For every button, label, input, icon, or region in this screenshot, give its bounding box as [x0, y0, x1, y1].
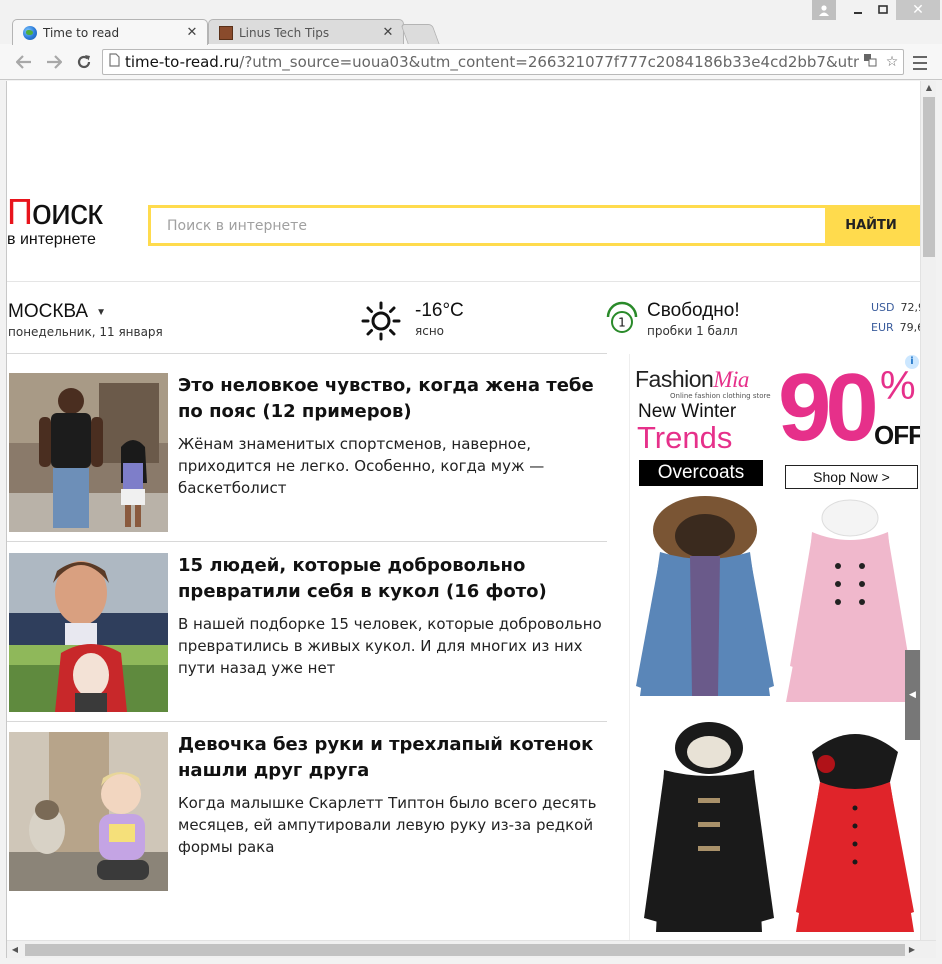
currency-value: 72,9: [900, 301, 920, 314]
currency-code: USD: [871, 301, 895, 314]
article-title[interactable]: Девочка без руки и трехлапый котенок наш…: [178, 732, 608, 784]
coat-image-red[interactable]: [790, 722, 920, 938]
article-image[interactable]: [9, 373, 168, 532]
search-form: НАЙТИ: [148, 205, 920, 246]
search-button[interactable]: НАЙТИ: [825, 208, 917, 243]
currency-code: EUR: [871, 321, 894, 334]
ad-tagline: Online fashion clothing store: [670, 392, 771, 400]
browser-titlebar: Time to read ✕ Linus Tech Tips ✕ ✕: [0, 0, 942, 45]
window-close-icon[interactable]: ✕: [896, 0, 940, 20]
ad-upto-label: UP TO: [844, 396, 857, 415]
ad-off-label: OFF: [874, 420, 920, 450]
arrow-right-icon[interactable]: [42, 50, 66, 74]
traffic-score: пробки 1 балл: [647, 324, 738, 338]
hamburger-menu-icon[interactable]: [910, 54, 930, 72]
tab-time-to-read[interactable]: Time to read ✕: [12, 19, 208, 45]
ad-category-label: Overcoats: [639, 460, 763, 486]
window-frame-bottom: [0, 958, 942, 964]
scrollbar-thumb[interactable]: [25, 944, 905, 956]
article-title[interactable]: 15 людей, которые добровольно превратили…: [178, 553, 608, 605]
fashion-ad-banner[interactable]: i FashionMia Online fashion clothing sto…: [629, 354, 920, 940]
caret-down-icon: ▼: [96, 306, 107, 318]
scroll-up-icon[interactable]: ▲: [921, 81, 937, 95]
vertical-scrollbar[interactable]: ▲: [920, 81, 936, 940]
coat-image-denim[interactable]: [630, 496, 780, 722]
currency-value: 79,6: [899, 321, 920, 334]
search-input[interactable]: [151, 208, 825, 243]
page-content: Поиск в интернете НАЙТИ МОСКВА ▼ понедел…: [7, 81, 920, 940]
url-text: time-to-read.ru/?utm_source=uoua03&utm_c…: [125, 53, 859, 71]
tab-title: Time to read: [43, 25, 120, 40]
divider: [7, 281, 920, 282]
ad-collapse-icon[interactable]: ◀: [905, 650, 920, 740]
scroll-right-icon[interactable]: ▶: [904, 941, 920, 959]
scrollbar-thumb[interactable]: [923, 97, 935, 257]
article-image[interactable]: [9, 553, 168, 712]
ad-percent-sign: %: [880, 364, 916, 408]
ad-brand: FashionMia: [635, 366, 749, 392]
ltt-favicon-icon: [219, 25, 233, 40]
weather-condition: ясно: [415, 324, 445, 338]
ad-headline-accent: Trends: [637, 420, 733, 455]
traffic-level: 1: [618, 316, 626, 330]
city-name: МОСКВА: [8, 301, 89, 322]
browser-toolbar: time-to-read.ru/?utm_source=uoua03&utm_c…: [0, 44, 942, 80]
url-host: time-to-read.ru: [125, 53, 240, 71]
traffic-light-icon: 1: [606, 301, 638, 333]
article-description: Когда малышке Скарлетт Типтон было всего…: [178, 794, 597, 856]
article-description: Жёнам знаменитых спортсменов, наверное, …: [178, 435, 545, 497]
maximize-icon[interactable]: [870, 0, 896, 20]
current-date: понедельник, 11 января: [8, 325, 163, 339]
traffic-status: Свободно!: [647, 300, 740, 321]
tab-title: Linus Tech Tips: [239, 25, 330, 40]
logo-title: Поиск: [7, 191, 103, 232]
translate-icon[interactable]: [859, 53, 881, 71]
close-icon[interactable]: ✕: [185, 25, 199, 40]
coat-image-pink[interactable]: [782, 496, 920, 722]
user-profile-icon[interactable]: [812, 0, 836, 20]
arrow-left-icon[interactable]: [12, 50, 36, 74]
coat-image-black[interactable]: [636, 722, 782, 938]
window-frame-left: [0, 81, 7, 964]
divider: [7, 353, 607, 354]
new-tab-button[interactable]: [400, 24, 440, 44]
globe-favicon-icon: [23, 25, 37, 40]
url-path: /?utm_source=uoua03&utm_content=26632107…: [239, 53, 859, 71]
currency-usd: USD 72,9: [871, 301, 920, 314]
temperature: -16°С: [415, 300, 464, 321]
currency-eur: EUR 79,6: [871, 321, 920, 334]
divider: [7, 721, 607, 722]
minimize-icon[interactable]: [846, 0, 870, 20]
address-bar[interactable]: time-to-read.ru/?utm_source=uoua03&utm_c…: [102, 49, 904, 75]
article-image[interactable]: [9, 732, 168, 891]
site-logo[interactable]: Поиск в интернете: [7, 193, 137, 249]
logo-subtitle: в интернете: [7, 231, 96, 248]
reload-icon[interactable]: [72, 50, 96, 74]
star-icon[interactable]: ☆: [881, 54, 903, 70]
shop-now-button[interactable]: Shop Now >: [785, 465, 918, 489]
article-title[interactable]: Это неловкое чувство, когда жена тебе по…: [178, 373, 608, 425]
close-icon[interactable]: ✕: [381, 25, 395, 40]
divider: [7, 541, 607, 542]
ad-discount-value: 90: [778, 354, 879, 461]
sun-icon: [361, 301, 401, 341]
tab-linus-tech-tips[interactable]: Linus Tech Tips ✕: [208, 19, 404, 45]
article-description: В нашей подборке 15 человек, которые доб…: [178, 615, 602, 677]
page-icon: [103, 53, 125, 71]
city-selector[interactable]: МОСКВА ▼: [8, 301, 106, 323]
scroll-left-icon[interactable]: ◀: [7, 941, 23, 959]
horizontal-scrollbar[interactable]: ◀ ▶: [7, 940, 936, 958]
